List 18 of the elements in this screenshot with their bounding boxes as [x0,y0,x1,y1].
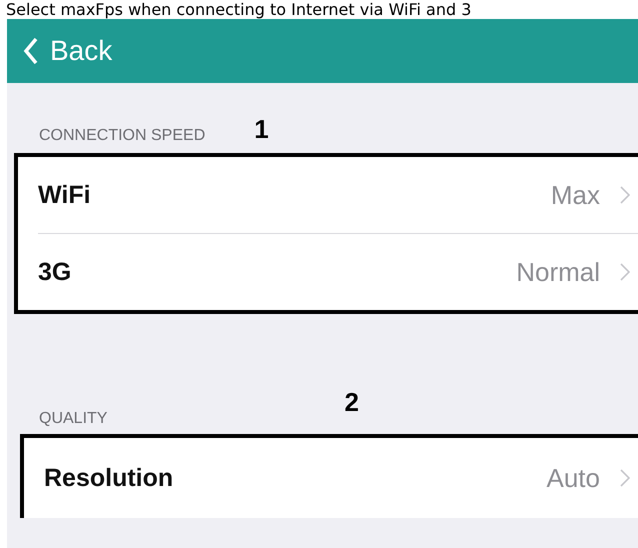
chevron-right-icon [620,263,630,281]
annotation-number: 1 [254,114,269,145]
row-value: Normal [516,256,600,288]
back-chevron-icon [23,37,39,65]
chevron-right-icon [620,186,630,204]
chevron-right-icon [620,469,630,487]
row-label: Resolution [44,464,174,492]
settings-row[interactable]: WiFi Max [18,157,638,233]
caption-text: Select maxFps when connecting to Internet via WiFi and 3 [5,0,472,19]
settings-row[interactable]: Resolution Auto [24,438,638,518]
row-label: 3G [38,258,72,286]
annotation-number: 2 [344,387,359,418]
row-value: Max [550,180,600,210]
settings-row[interactable]: 3G Normal [18,234,638,310]
section-header: CONNECTION SPEED [39,127,206,145]
section-header: QUALITY [39,410,108,428]
row-value: Auto [546,462,600,494]
row-label: WiFi [38,180,91,210]
